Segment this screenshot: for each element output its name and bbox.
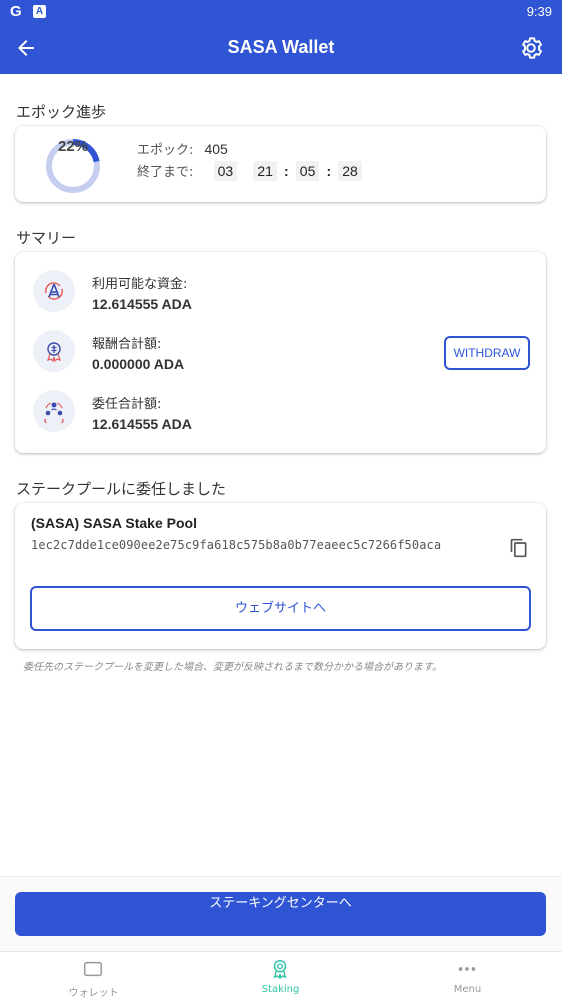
nav-item-wallet[interactable]: ウォレット [0,952,187,998]
google-icon: G [10,3,22,20]
total-delegation-label: 委任合計額: [92,397,162,412]
pool-hash: 1ec2c7dde1ce090ee2e75c9fa618c575b8a0b77e… [31,538,442,552]
total-reward-label: 報酬合計額: [92,337,162,352]
withdraw-button[interactable]: WITHDRAW [444,336,530,370]
remaining-label: 終了まで: [137,165,194,180]
countdown-minutes: 05 [295,161,320,181]
countdown-colon: : [284,163,289,179]
pool-section-title: ステークプールに委任しました [16,480,227,498]
notification-a-icon: A [33,5,46,18]
delegation-users-icon [33,390,75,432]
wallet-icon [84,961,102,977]
page-title: SASA Wallet [227,37,335,57]
epoch-progress-text: 22% [57,138,89,155]
pool-name: (SASA) SASA Stake Pool [31,515,197,531]
app-bar: SASA Wallet [0,24,562,74]
total-delegation-value: 12.614555 ADA [92,416,192,432]
status-bar: G A 9:39 [0,0,562,24]
pool-change-note: 委任先のステークプールを変更した場合、変更が反映されるまで数分かかる場合がありま… [23,662,442,673]
gear-icon[interactable] [518,35,544,61]
countdown-colon: : [326,163,332,179]
epoch-section-title: エポック進歩 [16,103,107,121]
epoch-card: 22% エポック: 405 終了まで: 03 21 : 05 : 28 [15,126,546,202]
reward-badge-icon [33,330,75,372]
countdown-days: 03 [213,161,238,181]
status-time: 9:39 [526,4,552,19]
bottom-nav: ウォレット Staking Menu [0,951,562,998]
countdown-hours: 21 [253,161,277,181]
nav-item-staking[interactable]: Staking [187,952,374,998]
available-funds-value: 12.614555 ADA [92,296,192,312]
nav-label-staking: Staking [261,984,300,995]
summary-card: 利用可能な資金: 12.614555 ADA 報酬合計額: 0.000000 A… [15,252,546,453]
nav-item-menu[interactable]: Menu [374,952,561,998]
pool-card: (SASA) SASA Stake Pool 1ec2c7dde1ce090ee… [15,503,546,649]
copy-icon[interactable] [509,538,529,558]
epoch-value: 405 [204,141,228,157]
total-reward-value: 0.000000 ADA [92,356,185,372]
nav-label-wallet: ウォレット [68,988,119,998]
summary-section-title: サマリー [16,229,77,247]
staking-badge-icon [273,960,287,979]
epoch-label: エポック: [137,143,194,158]
more-dots-icon [458,967,476,971]
available-funds-label: 利用可能な資金: [92,277,188,292]
website-button[interactable]: ウェブサイトへ [30,586,531,631]
ada-coin-icon [33,270,75,312]
nav-label-menu: Menu [453,984,482,995]
staking-center-button[interactable]: ステーキングセンターへ [15,892,546,936]
countdown-seconds: 28 [338,161,362,181]
